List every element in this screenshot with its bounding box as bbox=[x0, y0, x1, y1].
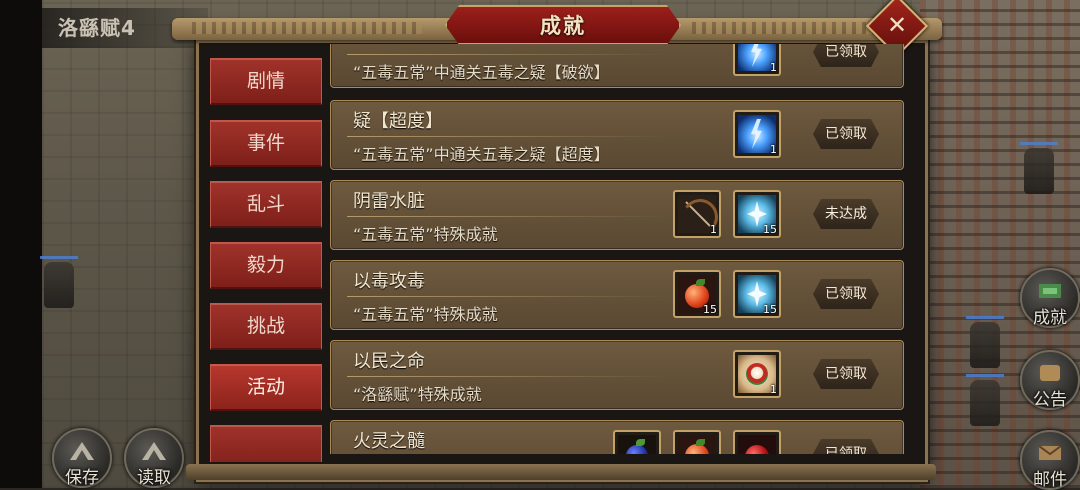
tab-brawl[interactable]: 乱斗 bbox=[210, 181, 322, 228]
reward-item[interactable] bbox=[613, 430, 661, 454]
save-icon bbox=[70, 442, 94, 460]
reward-item[interactable]: 15 bbox=[673, 270, 721, 318]
mail-label: 邮件 bbox=[1033, 470, 1067, 490]
soldier-unit bbox=[40, 256, 78, 308]
achievement-label: 成就 bbox=[1033, 308, 1067, 328]
card-divider bbox=[347, 296, 667, 297]
tab-label: 挑战 bbox=[246, 315, 285, 337]
reward-count: 1 bbox=[710, 223, 717, 236]
save-button[interactable]: 保存 bbox=[52, 428, 112, 488]
mail-icon bbox=[1038, 445, 1062, 460]
achievement-desc: “五毒五常”中通关五毒之疑【破欲】 bbox=[353, 63, 610, 82]
notice-button[interactable]: 公告 bbox=[1020, 350, 1080, 410]
load-button[interactable]: 读取 bbox=[124, 428, 184, 488]
achievement-button[interactable]: 成就 bbox=[1020, 268, 1080, 328]
reward-item[interactable] bbox=[673, 430, 721, 454]
achievement-name: 阴雷水脏 bbox=[353, 191, 425, 212]
dialog-title-plate: 成就 bbox=[445, 5, 681, 45]
achievement-desc: “五毒五常”中通关五毒之疑【超度】 bbox=[353, 145, 610, 164]
reward-count: 15 bbox=[703, 303, 717, 316]
achievement-card: 以毒攻毒 “五毒五常”特殊成就 15 15 已领取 bbox=[330, 260, 904, 330]
soldier-unit bbox=[1020, 142, 1058, 194]
tab-perseverance[interactable]: 毅力 bbox=[210, 242, 322, 289]
tab-label: 乱斗 bbox=[246, 193, 285, 215]
tab-label: 毅力 bbox=[246, 254, 285, 276]
tab-events[interactable]: 事件 bbox=[210, 120, 322, 167]
claimed-button[interactable]: 已领取 bbox=[813, 44, 879, 67]
fruit-icon bbox=[678, 435, 716, 454]
soldier-unit bbox=[966, 316, 1004, 368]
mail-button[interactable]: 邮件 bbox=[1020, 430, 1080, 490]
tab-challenge[interactable]: 挑战 bbox=[210, 303, 322, 350]
card-divider bbox=[347, 54, 667, 55]
tab-more[interactable] bbox=[210, 425, 322, 462]
category-tabs: 剧情 事件 乱斗 毅力 挑战 活动 bbox=[210, 58, 322, 462]
reward-item[interactable]: 1 bbox=[733, 350, 781, 398]
card-divider bbox=[347, 136, 667, 137]
red-fruit-icon bbox=[738, 435, 776, 454]
achievement-list[interactable]: “五毒五常”中通关五毒之疑【破欲】 1 已领取 疑【超度】 “五毒五常”中通关五… bbox=[330, 44, 904, 454]
reward-count: 1 bbox=[770, 61, 777, 74]
achievement-icon bbox=[1039, 284, 1061, 298]
card-divider bbox=[347, 376, 667, 377]
claimed-button[interactable]: 已领取 bbox=[813, 359, 879, 389]
tab-label: 事件 bbox=[246, 132, 285, 154]
tab-label: 活动 bbox=[246, 376, 285, 398]
left-edge bbox=[0, 0, 42, 488]
reward-item[interactable]: 15 bbox=[733, 270, 781, 318]
tab-label: 剧情 bbox=[246, 70, 285, 92]
achievement-desc: “洛繇赋”特殊成就 bbox=[353, 385, 482, 404]
claimed-button[interactable]: 已领取 bbox=[813, 119, 879, 149]
reward-item[interactable]: 1 bbox=[733, 44, 781, 76]
scroll-icon bbox=[1040, 365, 1060, 381]
reward-item[interactable]: 1 bbox=[733, 110, 781, 158]
claimed-button[interactable]: 已领取 bbox=[813, 439, 879, 454]
reward-item[interactable]: 1 bbox=[673, 190, 721, 238]
reward-item[interactable]: 15 bbox=[733, 190, 781, 238]
achievement-name: 火灵之髓 bbox=[353, 431, 425, 452]
notice-label: 公告 bbox=[1033, 390, 1067, 410]
achievement-name: 以民之命 bbox=[353, 351, 425, 372]
achievement-name: 以毒攻毒 bbox=[353, 271, 425, 292]
achievement-card: 火灵之髓 已领取 bbox=[330, 420, 904, 454]
achievement-card: “五毒五常”中通关五毒之疑【破欲】 1 已领取 bbox=[330, 44, 904, 88]
tab-activity[interactable]: 活动 bbox=[210, 364, 322, 411]
reward-count: 15 bbox=[763, 223, 777, 236]
achievement-name: 疑【超度】 bbox=[353, 111, 443, 132]
soldier-unit bbox=[966, 374, 1004, 426]
not-achieved-button[interactable]: 未达成 bbox=[813, 199, 879, 229]
achievement-card: 以民之命 “洛繇赋”特殊成就 1 已领取 bbox=[330, 340, 904, 410]
dialog-bottom-ornament bbox=[186, 464, 936, 480]
save-label: 保存 bbox=[65, 468, 99, 488]
claimed-button[interactable]: 已领取 bbox=[813, 279, 879, 309]
tab-story[interactable]: 剧情 bbox=[210, 58, 322, 105]
close-icon: ✕ bbox=[886, 10, 908, 39]
dialog-title: 成就 bbox=[540, 14, 586, 38]
reward-count: 1 bbox=[770, 383, 777, 396]
reward-count: 15 bbox=[763, 303, 777, 316]
reward-item[interactable] bbox=[733, 430, 781, 454]
achievement-desc: “五毒五常”特殊成就 bbox=[353, 305, 498, 324]
card-divider bbox=[347, 216, 667, 217]
achievement-card: 疑【超度】 “五毒五常”中通关五毒之疑【超度】 1 已领取 bbox=[330, 100, 904, 170]
load-label: 读取 bbox=[137, 468, 171, 488]
berry-icon bbox=[618, 435, 656, 454]
town-buildings bbox=[920, 0, 1080, 488]
achievement-desc: “五毒五常”特殊成就 bbox=[353, 225, 498, 244]
achievement-card: 阴雷水脏 “五毒五常”特殊成就 1 15 未达成 bbox=[330, 180, 904, 250]
reward-count: 1 bbox=[770, 143, 777, 156]
load-icon bbox=[142, 442, 166, 460]
